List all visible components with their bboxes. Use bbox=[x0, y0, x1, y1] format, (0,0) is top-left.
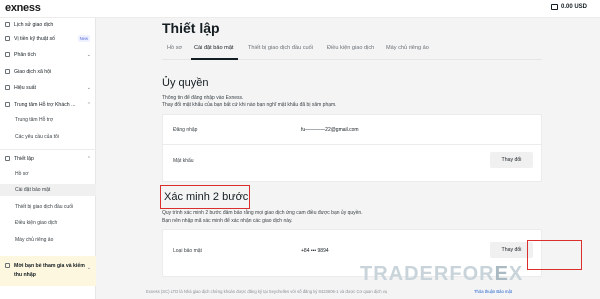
traderforex-watermark: TRADERFOREX bbox=[360, 263, 524, 285]
sidebar-item-performance[interactable]: Hiệu suất ⌄ bbox=[0, 81, 96, 94]
two-step-desc-2: Bạn nên nhập mã xác minh để xác nhận các… bbox=[162, 218, 293, 224]
crypto-icon bbox=[5, 36, 10, 41]
sidebar-item-analytics[interactable]: Phân tích ⌄ bbox=[0, 48, 96, 61]
authorization-title: Ủy quyền bbox=[162, 77, 209, 89]
exness-logo[interactable]: exness bbox=[5, 2, 41, 14]
settings-tabs: Hồ sơ Cài đặt bảo mật Thiết bị giao dịch… bbox=[162, 44, 542, 60]
wallet-icon bbox=[550, 4, 558, 10]
invite-friends-banner[interactable]: Mời bạn bè tham gia và kiếm thu nhập ⌄ bbox=[0, 256, 96, 286]
sidebar-item-label: Giao dịch xã hội bbox=[14, 68, 52, 75]
authorization-desc-1: Thông tin để đăng nhập vào Exness. bbox=[162, 95, 244, 101]
sidebar: Lịch sử giao dịch Vị tiền kỹ thuật số Ne… bbox=[0, 18, 96, 299]
sidebar-item-label: Thiết lập bbox=[14, 155, 34, 162]
sidebar-subitem-trading-terminals[interactable]: Thiết bị giao dịch đầu cuối bbox=[0, 201, 96, 213]
performance-icon bbox=[5, 85, 10, 90]
tab-profile[interactable]: Hồ sơ bbox=[167, 45, 182, 51]
sidebar-item-crypto-wallet[interactable]: Vị tiền kỹ thuật số New bbox=[0, 32, 96, 45]
main-content: Thiết lập Hồ sơ Cài đặt bảo mật Thiết bị… bbox=[97, 18, 600, 299]
chevron-down-icon: ⌄ bbox=[86, 85, 91, 91]
chevron-up-icon: ⌃ bbox=[86, 102, 91, 108]
tab-trading-conditions[interactable]: Điều kiện giao dịch bbox=[327, 45, 374, 51]
sidebar-item-label: Hiệu suất bbox=[14, 84, 36, 91]
invite-label: Mời bạn bè tham gia và kiếm thu nhập bbox=[14, 263, 85, 278]
new-badge: New bbox=[77, 35, 90, 42]
two-step-desc-1: Quy trình xác minh 2 bước đảm bảo rằng m… bbox=[162, 210, 363, 216]
sidebar-item-label: Trung tâm Hỗ trợ Khách ... bbox=[14, 101, 76, 108]
sidebar-item-label: Lịch sử giao dịch bbox=[14, 21, 54, 28]
history-icon bbox=[5, 22, 10, 27]
sidebar-item-social-trading[interactable]: Giao dịch xã hội bbox=[0, 65, 96, 78]
social-icon bbox=[5, 69, 10, 74]
sidebar-item-settings[interactable]: Thiết lập ⌃ bbox=[0, 152, 96, 165]
change-password-button[interactable]: Thay đổi bbox=[490, 152, 533, 168]
row-divider bbox=[163, 144, 541, 145]
page-title: Thiết lập bbox=[162, 20, 220, 36]
top-bar: exness 0.00 USD bbox=[0, 0, 600, 18]
authorization-card: Đăng nhập fu————22@gmail.com Mật khẩu Th… bbox=[162, 114, 542, 182]
password-label: Mật khẩu bbox=[173, 158, 194, 164]
chevron-down-icon: ⌄ bbox=[86, 265, 91, 271]
tab-trading-terminals[interactable]: Thiết bị giao dịch đầu cuối bbox=[248, 45, 313, 51]
authorization-desc-2: Thay đổi mật khẩu của bạn bất cứ khi nào… bbox=[162, 102, 337, 108]
sidebar-item-label: Vị tiền kỹ thuật số bbox=[14, 35, 55, 42]
gift-icon bbox=[5, 263, 10, 268]
sidebar-item-support-center[interactable]: Trung tâm Hỗ trợ Khách ... ⌃ bbox=[0, 98, 96, 111]
sidebar-item-label: Phân tích bbox=[14, 51, 36, 58]
sidebar-item-trade-history[interactable]: Lịch sử giao dịch bbox=[0, 18, 96, 31]
analytics-icon bbox=[5, 52, 10, 57]
sidebar-subitem-vps[interactable]: Máy chủ riêng ảo bbox=[0, 234, 96, 246]
chevron-up-icon: ⌃ bbox=[86, 156, 91, 162]
sidebar-subitem-security-settings[interactable]: Cài đặt bảo mật bbox=[0, 184, 96, 196]
highlight-change-button bbox=[527, 240, 582, 270]
login-label: Đăng nhập bbox=[173, 127, 198, 133]
support-icon bbox=[5, 102, 10, 107]
security-type-label: Loại bảo mật bbox=[173, 248, 202, 254]
sidebar-divider bbox=[0, 149, 96, 150]
settings-icon bbox=[5, 156, 10, 161]
sidebar-subitem-help-center[interactable]: Trung tâm Hỗ trợ bbox=[0, 114, 96, 126]
sidebar-subitem-trading-conditions[interactable]: Điều kiện giao dịch bbox=[0, 217, 96, 229]
security-type-value: +84 ••• 9894 bbox=[301, 248, 329, 254]
sidebar-subitem-profile[interactable]: Hồ sơ bbox=[0, 168, 96, 180]
privacy-agreement-link[interactable]: Thỏa thuận Bảo mật bbox=[474, 289, 512, 294]
tab-vps[interactable]: Máy chủ riêng ảo bbox=[386, 45, 429, 51]
wallet-balance[interactable]: 0.00 USD bbox=[550, 4, 587, 10]
sidebar-subitem-my-requests[interactable]: Các yêu cầu của tôi bbox=[0, 131, 96, 143]
tab-security-settings[interactable]: Cài đặt bảo mật bbox=[194, 45, 234, 51]
chevron-down-icon: ⌄ bbox=[86, 52, 91, 58]
footer-legal-text: Exness (SC) LTD là Nhà giao dịch chứng k… bbox=[146, 289, 388, 294]
balance-value: 0.00 USD bbox=[560, 4, 587, 10]
active-tab-indicator bbox=[191, 58, 238, 60]
two-step-title: Xác minh 2 bước bbox=[164, 191, 249, 203]
login-value: fu————22@gmail.com bbox=[301, 127, 359, 133]
